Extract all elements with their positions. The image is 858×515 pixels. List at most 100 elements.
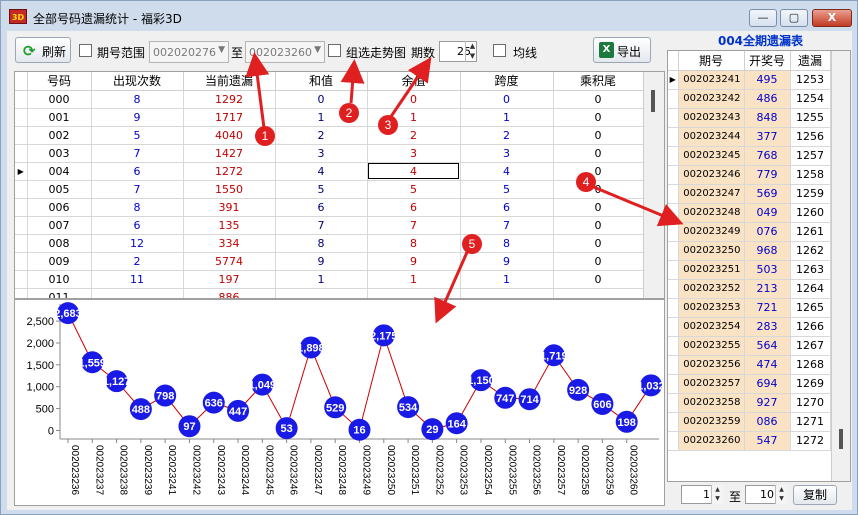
table-cell[interactable]: 3: [367, 144, 461, 163]
table-cell[interactable]: 779: [744, 165, 791, 185]
table-cell[interactable]: 135: [183, 216, 276, 235]
table-cell[interactable]: 283: [744, 317, 791, 337]
table-cell[interactable]: 1427: [183, 144, 276, 163]
table-row[interactable]: 003 7 1427 3 3 3 0: [15, 144, 644, 163]
table-cell[interactable]: 0: [553, 144, 644, 163]
table-row[interactable]: 001 9 1717 1 1 1 0: [15, 108, 644, 127]
table-cell[interactable]: 002023250: [678, 241, 745, 261]
spin-down-icon[interactable]: ▼: [466, 51, 479, 61]
period-to-combo[interactable]: 002023260 ▼: [245, 41, 325, 63]
column-header[interactable]: 遗漏: [790, 51, 831, 71]
table-cell[interactable]: 1269: [790, 374, 831, 394]
table-cell[interactable]: 002023242: [678, 89, 745, 109]
column-header[interactable]: 余值: [367, 72, 461, 91]
table-cell[interactable]: 0: [553, 180, 644, 199]
copy-to-spin-arrows[interactable]: ▲ ▼: [775, 485, 787, 504]
column-header[interactable]: 开奖号: [744, 51, 791, 71]
refresh-button[interactable]: ⟳ 刷新: [15, 37, 71, 63]
scrollbar-thumb[interactable]: [651, 90, 655, 112]
table-cell[interactable]: 12: [91, 234, 184, 253]
table-cell[interactable]: 002023258: [678, 393, 745, 413]
table-cell[interactable]: 002023259: [678, 412, 745, 432]
table-cell[interactable]: 1263: [790, 260, 831, 280]
column-header[interactable]: 乘积尾: [553, 72, 644, 91]
table-cell[interactable]: 0: [553, 270, 644, 289]
table-cell[interactable]: 213: [744, 279, 791, 299]
table-cell[interactable]: 002023255: [678, 336, 745, 356]
table-cell[interactable]: 2: [275, 126, 368, 145]
table-cell[interactable]: 1: [367, 108, 461, 127]
column-header[interactable]: 期号: [678, 51, 745, 71]
table-cell[interactable]: 002023256: [678, 355, 745, 375]
table-row[interactable]: 011 886: [15, 288, 644, 298]
table-row[interactable]: 002023250 968 1262: [668, 241, 831, 261]
table-cell[interactable]: 2: [367, 126, 461, 145]
table-row[interactable]: 002023246 779 1258: [668, 165, 831, 185]
table-cell[interactable]: 4: [460, 161, 554, 181]
table-cell[interactable]: [91, 288, 184, 298]
table-cell[interactable]: 1272: [183, 161, 276, 181]
table-cell[interactable]: 0: [553, 252, 644, 271]
table-row[interactable]: 000 8 1292 0 0 0 0: [15, 90, 644, 109]
column-header[interactable]: 和值: [275, 72, 368, 91]
spin-down-icon[interactable]: ▼: [776, 494, 787, 503]
table-cell[interactable]: [367, 288, 461, 298]
table-cell[interactable]: 377: [744, 127, 791, 147]
table-cell[interactable]: 1262: [790, 241, 831, 261]
table-row[interactable]: 002023258 927 1270: [668, 393, 831, 413]
table-cell[interactable]: 0: [553, 216, 644, 235]
table-cell[interactable]: 0: [553, 126, 644, 145]
table-cell[interactable]: 0: [553, 108, 644, 127]
table-row[interactable]: 002023255 564 1267: [668, 336, 831, 356]
table-cell[interactable]: [275, 288, 368, 298]
table-cell[interactable]: 002023257: [678, 374, 745, 394]
table-cell[interactable]: 086: [744, 412, 791, 432]
spin-up-icon[interactable]: ▲: [776, 485, 787, 494]
table-cell[interactable]: 9: [367, 252, 461, 271]
table-cell[interactable]: 001: [27, 108, 92, 127]
table-cell[interactable]: 1271: [790, 412, 831, 432]
table-cell[interactable]: 1267: [790, 336, 831, 356]
period-count-spin-arrows[interactable]: ▲ ▼: [465, 41, 479, 62]
close-button[interactable]: X: [812, 9, 852, 27]
table-cell[interactable]: 1260: [790, 203, 831, 223]
table-cell[interactable]: 049: [744, 203, 791, 223]
table-cell[interactable]: 721: [744, 298, 791, 318]
table-scrollbar[interactable]: [643, 72, 664, 298]
copy-button[interactable]: 复制: [793, 485, 837, 505]
table-cell[interactable]: 886: [183, 288, 276, 298]
table-cell[interactable]: 007: [27, 216, 92, 235]
table-cell[interactable]: 1292: [183, 90, 276, 109]
table-row[interactable]: 002023251 503 1263: [668, 260, 831, 280]
table-cell[interactable]: 848: [744, 108, 791, 128]
table-cell[interactable]: 0: [367, 90, 461, 109]
table-cell[interactable]: 010: [27, 270, 92, 289]
column-header[interactable]: 号码: [27, 72, 92, 91]
table-row[interactable]: 002023247 569 1259: [668, 184, 831, 204]
table-cell[interactable]: 11: [91, 270, 184, 289]
table-cell[interactable]: 1255: [790, 108, 831, 128]
copy-to-spinner[interactable]: 10: [745, 485, 779, 504]
spin-down-icon[interactable]: ▼: [712, 494, 723, 503]
table-row[interactable]: 008 12 334 8 8 8 0: [15, 234, 644, 253]
side-table-scrollbar[interactable]: [831, 51, 850, 481]
table-row[interactable]: 010 11 197 1 1 1 0: [15, 270, 644, 289]
scrollbar-thumb[interactable]: [839, 429, 843, 449]
table-row[interactable]: 002023245 768 1257: [668, 146, 831, 166]
table-cell[interactable]: 9: [91, 108, 184, 127]
table-cell[interactable]: 968: [744, 241, 791, 261]
table-cell[interactable]: 002: [27, 126, 92, 145]
table-cell[interactable]: 1256: [790, 127, 831, 147]
table-row[interactable]: 002023244 377 1256: [668, 127, 831, 147]
spin-up-icon[interactable]: ▲: [712, 485, 723, 494]
table-row[interactable]: ▶ 002023241 495 1253: [668, 70, 831, 90]
table-cell[interactable]: 002023247: [678, 184, 745, 204]
table-cell[interactable]: 4040: [183, 126, 276, 145]
table-cell[interactable]: 7: [91, 144, 184, 163]
table-cell[interactable]: 1265: [790, 298, 831, 318]
table-cell[interactable]: 7: [91, 180, 184, 199]
table-cell[interactable]: 1270: [790, 393, 831, 413]
table-cell[interactable]: 1266: [790, 317, 831, 337]
table-cell[interactable]: 8: [91, 198, 184, 217]
table-cell[interactable]: 000: [27, 90, 92, 109]
